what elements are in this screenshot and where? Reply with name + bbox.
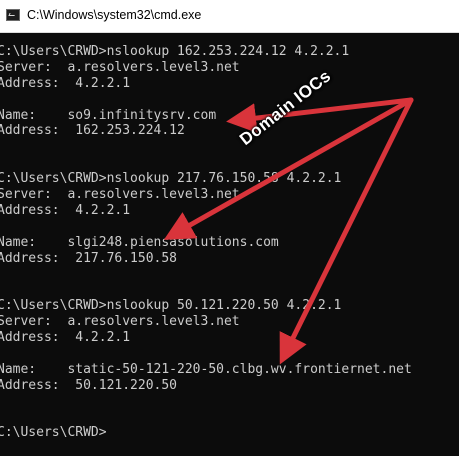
window-title: C:\Windows\system32\cmd.exe (27, 8, 202, 22)
cmd-console-icon (6, 9, 20, 21)
console-line: Address: 217.76.150.58 (0, 250, 178, 266)
console-line: Name: so9.infinitysrv.com (0, 107, 217, 123)
console-line: Address: 162.253.224.12 (0, 123, 185, 139)
console-line: Server: a.resolvers.level3.net (0, 59, 240, 75)
title-bar[interactable]: C:\Windows\system32\cmd.exe (0, 0, 459, 33)
console-line: C:\Users\CRWD>nslookup 217.76.150.58 4.2… (0, 171, 342, 187)
cmd-window: C:\Windows\system32\cmd.exe C:\Users\CRW… (0, 0, 459, 456)
console-line: Server: a.resolvers.level3.net (0, 187, 240, 203)
console-line: Address: 4.2.2.1 (0, 330, 131, 346)
console-line: Server: a.resolvers.level3.net (0, 314, 240, 330)
console-line: C:\Users\CRWD>nslookup 162.253.224.12 4.… (0, 44, 350, 59)
console-line: Address: 4.2.2.1 (0, 202, 131, 218)
console-prompt[interactable]: C:\Users\CRWD> (0, 425, 412, 441)
console-line: Address: 4.2.2.1 (0, 75, 131, 91)
console-line: Address: 50.121.220.50 (0, 377, 178, 393)
console-line: C:\Users\CRWD>nslookup 50.121.220.50 4.2… (0, 298, 342, 314)
console-line: Name: static-50-121-220-50.clbg.wv.front… (0, 361, 412, 377)
console-line: Name: slgi248.piensasolutions.com (0, 234, 279, 250)
console-output[interactable]: C:\Users\CRWD>nslookup 162.253.224.12 4.… (0, 44, 412, 441)
